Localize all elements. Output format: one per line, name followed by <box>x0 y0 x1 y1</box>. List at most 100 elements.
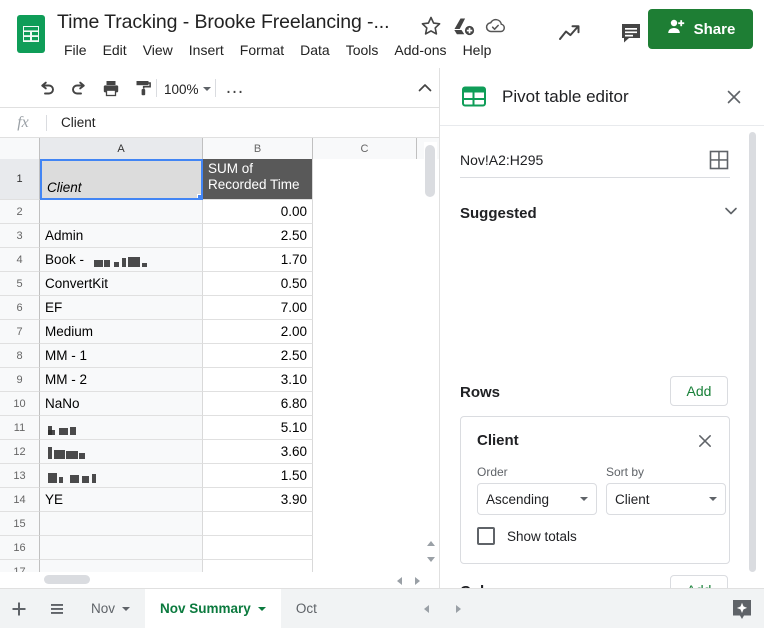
star-icon[interactable] <box>419 14 443 38</box>
row-header-10[interactable]: 10 <box>0 392 40 416</box>
cell-A10[interactable]: NaNo <box>40 392 203 416</box>
sheet-tab-nov-summary[interactable]: Nov Summary <box>145 588 281 628</box>
sort-by-select[interactable]: Client <box>606 483 726 515</box>
more-options-button[interactable]: … <box>222 76 248 100</box>
row-header-6[interactable]: 6 <box>0 296 40 320</box>
scroll-up-arrow-icon[interactable] <box>425 536 437 550</box>
cell-B12[interactable]: 3.60 <box>203 440 313 464</box>
cell-A3[interactable]: Admin <box>40 224 203 248</box>
menu-item-insert[interactable]: Insert <box>181 38 232 62</box>
cell-B10[interactable]: 6.80 <box>203 392 313 416</box>
row-header-14[interactable]: 14 <box>0 488 40 512</box>
grid-horizontal-scrollbar-thumb[interactable] <box>44 575 90 584</box>
row-header-1[interactable]: 1 <box>0 159 40 200</box>
cell-C16[interactable] <box>313 536 417 560</box>
menu-item-view[interactable]: View <box>135 38 181 62</box>
move-to-drive-icon[interactable] <box>451 14 475 38</box>
column-header-a[interactable]: A <box>40 138 203 159</box>
show-totals-checkbox[interactable] <box>477 527 495 545</box>
data-range-field[interactable]: Nov!A2:H295 <box>460 142 730 178</box>
cell-A11[interactable] <box>40 416 203 440</box>
undo-icon[interactable] <box>34 76 60 100</box>
rows-add-button[interactable]: Add <box>670 376 728 406</box>
menu-item-format[interactable]: Format <box>232 38 292 62</box>
show-totals-checkbox-row[interactable]: Show totals <box>477 527 577 545</box>
cell-C2[interactable] <box>313 200 417 224</box>
column-header-b[interactable]: B <box>203 138 313 159</box>
activity-trend-icon[interactable] <box>554 18 584 48</box>
grid-vertical-scrollbar-track[interactable] <box>424 142 437 572</box>
cell-B8[interactable]: 2.50 <box>203 344 313 368</box>
row-header-7[interactable]: 7 <box>0 320 40 344</box>
cell-B3[interactable]: 2.50 <box>203 224 313 248</box>
cell-C3[interactable] <box>313 224 417 248</box>
cell-C13[interactable] <box>313 464 417 488</box>
cell-A6[interactable]: EF <box>40 296 203 320</box>
menu-item-add-ons[interactable]: Add-ons <box>386 38 454 62</box>
zoom-control[interactable]: 100% <box>164 78 211 100</box>
row-header-2[interactable]: 2 <box>0 200 40 224</box>
cell-B2[interactable]: 0.00 <box>203 200 313 224</box>
grid-vertical-scrollbar-thumb[interactable] <box>425 145 435 197</box>
menu-item-tools[interactable]: Tools <box>338 38 387 62</box>
row-header-3[interactable]: 3 <box>0 224 40 248</box>
cell-B16[interactable] <box>203 536 313 560</box>
menu-item-edit[interactable]: Edit <box>95 38 135 62</box>
cell-B13[interactable]: 1.50 <box>203 464 313 488</box>
cell-C7[interactable] <box>313 320 417 344</box>
row-header-16[interactable]: 16 <box>0 536 40 560</box>
row-header-12[interactable]: 12 <box>0 440 40 464</box>
cell-A15[interactable] <box>40 512 203 536</box>
cell-A12[interactable] <box>40 440 203 464</box>
columns-add-button[interactable]: Add <box>670 575 728 588</box>
chevron-down-icon[interactable] <box>122 606 131 611</box>
cell-A1[interactable]: Client <box>40 159 203 200</box>
paint-format-icon[interactable] <box>130 76 156 100</box>
cell-A9[interactable]: MM - 2 <box>40 368 203 392</box>
cell-B4[interactable]: 1.70 <box>203 248 313 272</box>
chevron-down-icon[interactable] <box>722 202 740 225</box>
select-range-icon[interactable] <box>708 149 730 171</box>
scroll-right-arrow-icon[interactable] <box>411 575 423 587</box>
cell-B14[interactable]: 3.90 <box>203 488 313 512</box>
row-header-9[interactable]: 9 <box>0 368 40 392</box>
cell-A4[interactable]: Book - <box>40 248 203 272</box>
cell-C10[interactable] <box>313 392 417 416</box>
row-header-15[interactable]: 15 <box>0 512 40 536</box>
document-title[interactable]: Time Tracking - Brooke Freelancing -... <box>57 9 390 35</box>
chevron-down-icon[interactable] <box>257 606 266 611</box>
cell-C5[interactable] <box>313 272 417 296</box>
share-button[interactable]: Share <box>648 9 753 49</box>
sheet-tab-nov[interactable]: Nov <box>76 589 145 628</box>
row-header-4[interactable]: 4 <box>0 248 40 272</box>
redo-icon[interactable] <box>66 76 92 100</box>
cell-B9[interactable]: 3.10 <box>203 368 313 392</box>
sheet-tab-oct[interactable]: Oct <box>281 589 332 628</box>
cell-B11[interactable]: 5.10 <box>203 416 313 440</box>
cell-C1[interactable] <box>313 159 417 200</box>
arrow-right-icon[interactable] <box>450 601 466 617</box>
cell-A13[interactable] <box>40 464 203 488</box>
suggested-section[interactable]: Suggested <box>460 198 740 228</box>
row-header-8[interactable]: 8 <box>0 344 40 368</box>
row-header-13[interactable]: 13 <box>0 464 40 488</box>
cell-A2[interactable] <box>40 200 203 224</box>
chevron-up-icon[interactable] <box>412 76 438 100</box>
scroll-left-arrow-icon[interactable] <box>393 575 405 587</box>
menu-item-file[interactable]: File <box>56 38 95 62</box>
print-icon[interactable] <box>98 76 124 100</box>
panel-vertical-scrollbar-thumb[interactable] <box>749 132 756 572</box>
add-sheet-button[interactable] <box>0 589 38 628</box>
saved-to-cloud-icon[interactable] <box>483 14 507 38</box>
close-icon[interactable] <box>722 85 746 109</box>
column-header-c[interactable]: C <box>313 138 417 159</box>
order-select[interactable]: Ascending <box>477 483 597 515</box>
cell-A8[interactable]: MM - 1 <box>40 344 203 368</box>
menu-item-data[interactable]: Data <box>292 38 338 62</box>
all-sheets-button[interactable] <box>38 589 76 628</box>
cell-C9[interactable] <box>313 368 417 392</box>
cell-C4[interactable] <box>313 248 417 272</box>
cell-C12[interactable] <box>313 440 417 464</box>
cell-A14[interactable]: YE <box>40 488 203 512</box>
cell-A16[interactable] <box>40 536 203 560</box>
